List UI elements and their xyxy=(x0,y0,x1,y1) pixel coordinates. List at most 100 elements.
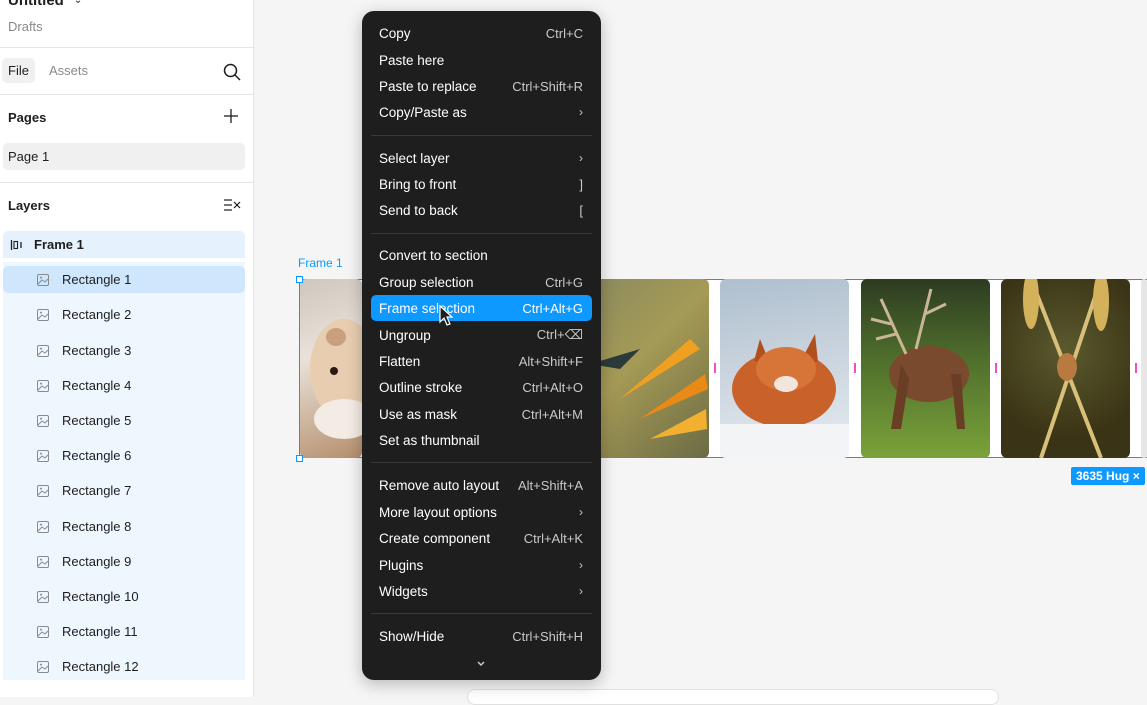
layer-label: Rectangle 11 xyxy=(62,624,138,639)
file-title[interactable]: Untitled ⌄ xyxy=(8,0,82,9)
menu-item-bring-front[interactable]: Bring to front] xyxy=(371,171,592,197)
menu-item-shortcut: Ctrl+Alt+G xyxy=(522,300,583,316)
layer-item[interactable]: Rectangle 6 xyxy=(3,442,245,469)
menu-item-label: Flatten xyxy=(379,353,421,369)
menu-item-flatten[interactable]: Flatten Alt+Shift+F xyxy=(371,348,592,374)
menu-item-label: Select layer xyxy=(379,150,450,166)
menu-item-plugins[interactable]: Plugins › xyxy=(371,552,592,578)
plus-icon[interactable] xyxy=(222,107,240,125)
layers-title: Layers xyxy=(8,198,50,213)
layer-item[interactable]: Rectangle 11 xyxy=(3,618,245,645)
resize-handle-top-left[interactable] xyxy=(296,276,303,283)
menu-item-widgets[interactable]: Widgets › xyxy=(371,578,592,604)
menu-item-label: Paste here xyxy=(379,52,445,68)
frame-label[interactable]: Frame 1 xyxy=(298,256,343,270)
menu-item-paste-replace[interactable]: Paste to replace Ctrl+Shift+R xyxy=(371,73,592,99)
image-next[interactable] xyxy=(1141,279,1147,458)
layer-item[interactable]: Rectangle 4 xyxy=(3,372,245,399)
cursor-icon xyxy=(439,305,454,326)
menu-item-label: Bring to front xyxy=(379,176,457,192)
image-icon xyxy=(37,449,49,462)
layer-label: Rectangle 12 xyxy=(62,659,139,674)
menu-item-shortcut: Ctrl+Alt+K xyxy=(523,530,583,546)
resize-handle-bottom-left[interactable] xyxy=(296,455,303,462)
menu-item-use-mask[interactable]: Use as mask Ctrl+Alt+M xyxy=(371,401,592,427)
menu-item-convert-section[interactable]: Convert to section xyxy=(371,242,592,268)
divider xyxy=(0,47,254,48)
menu-item-label: Remove auto layout xyxy=(379,477,500,493)
layer-item[interactable]: Rectangle 5 xyxy=(3,407,245,434)
menu-item-label: Set as thumbnail xyxy=(379,432,480,448)
menu-item-set-thumbnail[interactable]: Set as thumbnail xyxy=(371,427,592,453)
menu-item-shortcut: ] xyxy=(579,176,583,192)
layer-item[interactable]: Rectangle 12 xyxy=(3,653,245,680)
menu-separator xyxy=(371,462,592,463)
frame-autolayout-icon xyxy=(10,239,22,250)
menu-item-select-layer[interactable]: Select layer › xyxy=(371,145,592,171)
menu-item-paste-here[interactable]: Paste here xyxy=(371,47,592,73)
menu-separator xyxy=(371,613,592,614)
layer-item[interactable]: Rectangle 1 xyxy=(3,266,245,293)
layer-label: Rectangle 1 xyxy=(62,272,132,287)
spacing-marker xyxy=(854,363,856,373)
context-menu: Copy Ctrl+C Paste here Paste to replace Ct… xyxy=(362,11,601,680)
layers-list: Rectangle 1 Rectangle 2 Rectangle 3 Rect… xyxy=(3,262,245,680)
mouse-photo xyxy=(1023,279,1109,458)
menu-item-outline-stroke[interactable]: Outline stroke Ctrl+Alt+O xyxy=(371,374,592,400)
menu-item-label: More layout options xyxy=(379,504,497,520)
layer-item[interactable]: Rectangle 10 xyxy=(3,583,245,610)
menu-item-shortcut: Ctrl+G xyxy=(545,274,583,290)
size-badge[interactable]: 3635 Hug × xyxy=(1071,467,1145,485)
file-location[interactable]: Drafts xyxy=(8,19,43,34)
image-mouse[interactable] xyxy=(1001,279,1130,458)
menu-item-more-layout[interactable]: More layout options › xyxy=(371,499,592,525)
menu-item-group-selection[interactable]: Group selection Ctrl+G xyxy=(371,269,592,295)
menu-item-shortcut: Alt+Shift+A xyxy=(517,477,583,493)
menu-item-copy[interactable]: Copy Ctrl+C xyxy=(371,20,592,46)
submenu-arrow-icon: › xyxy=(579,105,583,119)
spacing-marker xyxy=(995,363,997,373)
chevron-down-icon[interactable] xyxy=(474,657,488,671)
menu-item-shortcut: [ xyxy=(579,202,583,218)
layer-item[interactable]: Rectangle 7 xyxy=(3,477,245,504)
menu-separator xyxy=(371,233,592,234)
layer-frame-1[interactable]: Frame 1 xyxy=(3,231,245,258)
divider xyxy=(0,94,254,95)
menu-item-copy-paste-as[interactable]: Copy/Paste as › xyxy=(371,99,592,125)
image-deer[interactable] xyxy=(861,279,990,458)
search-icon[interactable] xyxy=(222,62,242,82)
menu-item-label: Create component xyxy=(379,530,491,546)
page-item-1[interactable]: Page 1 xyxy=(3,143,245,170)
image-icon xyxy=(37,625,49,638)
menu-item-remove-auto-layout[interactable]: Remove auto layout Alt+Shift+A xyxy=(371,472,592,498)
layer-item[interactable]: Rectangle 2 xyxy=(3,301,245,328)
bottom-toolbar[interactable] xyxy=(467,689,999,705)
menu-item-frame-selection[interactable]: Frame selection Ctrl+Alt+G xyxy=(371,295,592,321)
image-fox[interactable] xyxy=(720,279,849,458)
menu-item-show-hide[interactable]: Show/Hide Ctrl+Shift+H xyxy=(371,623,592,649)
menu-item-shortcut: Ctrl+Shift+H xyxy=(512,628,583,644)
menu-item-shortcut: Alt+Shift+F xyxy=(518,353,583,369)
divider xyxy=(0,182,254,183)
layer-item[interactable]: Rectangle 9 xyxy=(3,548,245,575)
menu-item-create-component[interactable]: Create component Ctrl+Alt+K xyxy=(371,525,592,551)
layer-frame-label: Frame 1 xyxy=(34,237,84,252)
menu-item-shortcut: Ctrl+⌫ xyxy=(536,327,583,342)
image-icon xyxy=(37,308,49,321)
layers-toggle-icon[interactable] xyxy=(223,197,241,213)
image-icon xyxy=(37,414,49,427)
image-icon xyxy=(37,273,49,286)
submenu-arrow-icon: › xyxy=(579,558,583,572)
image-hamster[interactable] xyxy=(300,279,362,458)
menu-item-send-back[interactable]: Send to back [ xyxy=(371,197,592,223)
menu-separator xyxy=(371,135,592,136)
layer-label: Rectangle 6 xyxy=(62,448,132,463)
tab-file[interactable]: File xyxy=(2,58,35,83)
menu-item-ungroup[interactable]: Ungroup Ctrl+⌫ xyxy=(371,322,592,348)
image-icon xyxy=(37,590,49,603)
layer-item[interactable]: Rectangle 3 xyxy=(3,337,245,364)
chevron-down-icon[interactable]: ⌄ xyxy=(74,0,82,6)
layer-item[interactable]: Rectangle 8 xyxy=(3,513,245,540)
tab-assets[interactable]: Assets xyxy=(43,58,94,83)
menu-item-label: Group selection xyxy=(379,274,474,290)
